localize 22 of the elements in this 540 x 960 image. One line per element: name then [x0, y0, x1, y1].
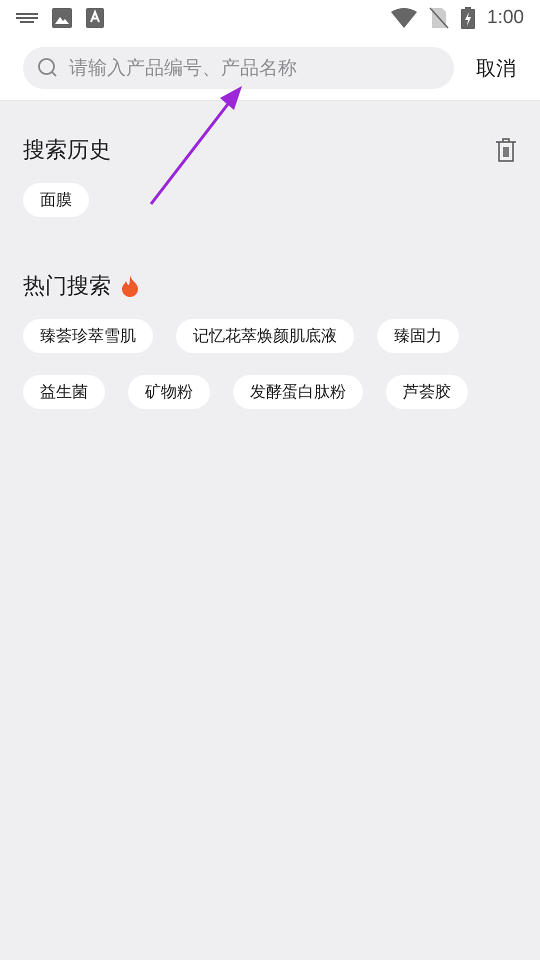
- wifi-icon: [391, 8, 418, 28]
- hot-search-tag[interactable]: 臻荟珍萃雪肌: [23, 319, 153, 353]
- history-tag[interactable]: 面膜: [23, 183, 89, 217]
- hot-search-tag[interactable]: 记忆花萃焕颜肌底液: [176, 319, 354, 353]
- flame-icon: [121, 275, 139, 297]
- text-icon: [86, 8, 104, 28]
- no-sim-icon: [429, 7, 450, 29]
- hot-search-tag[interactable]: 芦荟胶: [386, 375, 468, 409]
- search-field[interactable]: 请输入产品编号、产品名称: [23, 47, 454, 89]
- search-icon: [37, 57, 59, 79]
- cancel-button[interactable]: 取消: [476, 54, 516, 82]
- trash-icon[interactable]: [495, 138, 517, 162]
- image-icon: [52, 8, 72, 28]
- section-title: 搜索历史: [23, 137, 111, 165]
- battery-icon: [461, 7, 476, 29]
- section-title: 热门搜索: [23, 273, 111, 301]
- hot-search-tag[interactable]: 矿物粉: [128, 375, 210, 409]
- keyboard-icon: [16, 12, 38, 24]
- clock-time: 1:00: [487, 7, 524, 29]
- hot-search-tag[interactable]: 臻固力: [377, 319, 459, 353]
- hot-search-tag[interactable]: 发酵蛋白肽粉: [233, 375, 363, 409]
- hot-search-tag[interactable]: 益生菌: [23, 375, 105, 409]
